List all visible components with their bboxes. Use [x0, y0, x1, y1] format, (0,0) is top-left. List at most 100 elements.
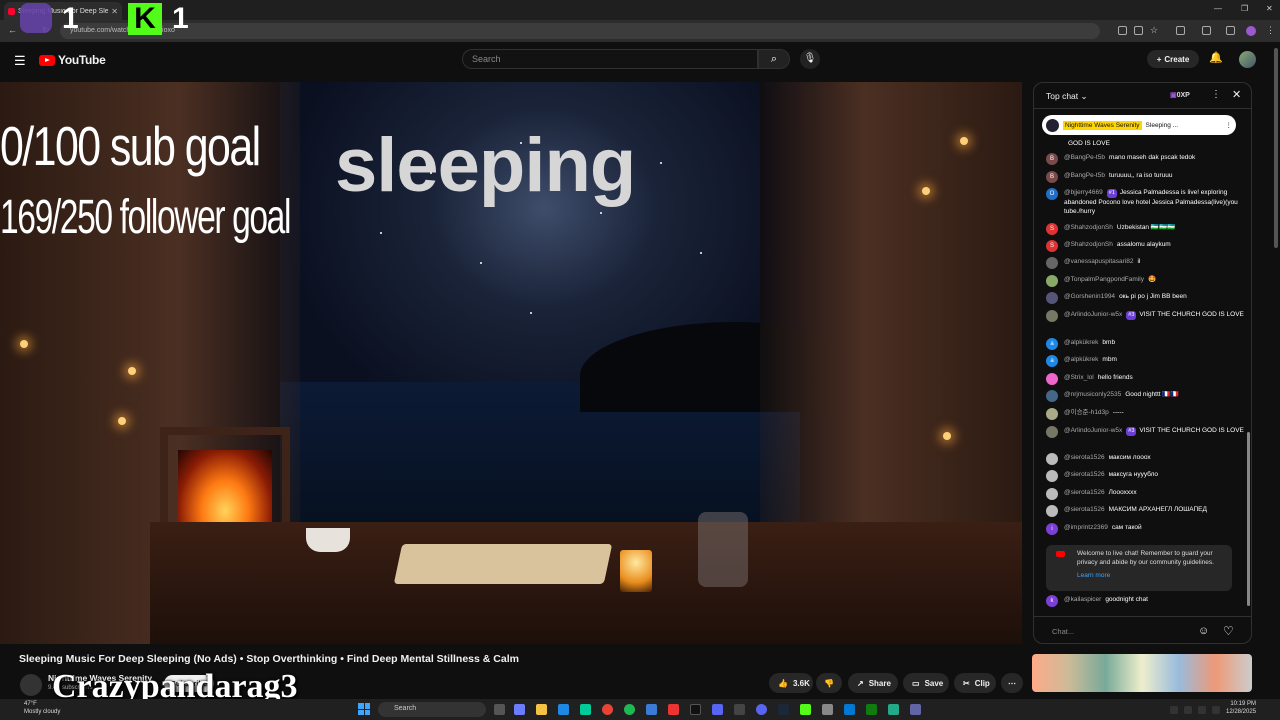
chat-message[interactable]: B @BangPe-t5b mano maseh dak pscak tedok [1034, 153, 1246, 165]
chat-username[interactable]: @이승준-h1d3p [1064, 409, 1109, 416]
taskbar-search[interactable]: Search [378, 702, 486, 717]
extensions-puzzle-icon[interactable] [1176, 26, 1185, 35]
chat-username[interactable]: @nrjmusiconly2535 [1064, 391, 1121, 398]
save-button[interactable]: ▭ Save [903, 673, 949, 693]
maximize-icon[interactable]: ❐ [1241, 4, 1248, 13]
emoji-icon[interactable]: ☺ [1198, 625, 1209, 637]
chat-message[interactable]: a @alpkükrek mbm [1034, 355, 1246, 367]
extension-icon[interactable] [1118, 26, 1127, 35]
chat-message[interactable]: @vanessapuspitasari82 il [1034, 257, 1246, 269]
channel-avatar[interactable] [20, 674, 42, 696]
video-player[interactable]: 0/100 sub goal 169/250 follower goal sle… [0, 82, 1022, 644]
chat-avatar[interactable] [1046, 470, 1058, 482]
pinned-menu-icon[interactable]: ⋮ [1226, 121, 1233, 129]
chat-username[interactable]: @ShahzodjonSh [1064, 224, 1113, 231]
chat-avatar[interactable] [1046, 505, 1058, 517]
chrome-icon[interactable] [602, 704, 613, 715]
edge-icon[interactable] [580, 704, 591, 715]
weather-widget[interactable]: 47°F Mostly cloudy [24, 700, 60, 716]
chat-username[interactable]: @vanessapuspitasari82 [1064, 258, 1133, 265]
volume-icon[interactable] [1198, 706, 1206, 714]
page-scrollbar[interactable] [1274, 48, 1278, 248]
top-chat-dropdown[interactable]: Top chat ⌄ [1046, 91, 1088, 102]
search-input[interactable]: Search [462, 49, 758, 69]
chat-username[interactable]: @sierota1526 [1064, 471, 1105, 478]
chat-username[interactable]: @sierota1526 [1064, 489, 1105, 496]
chat-avatar[interactable]: a [1046, 338, 1058, 350]
chat-username[interactable]: @alpkükrek [1064, 339, 1098, 346]
chat-username[interactable]: @kailaspicer [1064, 596, 1101, 603]
chat-message[interactable]: @sierota1526 максуга нууубло [1034, 470, 1246, 482]
chat-message[interactable]: a @alpkükrek bmb [1034, 338, 1246, 350]
chat-avatar[interactable] [1046, 310, 1058, 322]
chat-input[interactable]: Chat... [1042, 624, 1192, 640]
hamburger-menu-icon[interactable]: ☰ [14, 53, 26, 69]
chat-username[interactable]: @BangPe-t5b [1064, 172, 1105, 179]
app-icon[interactable] [712, 704, 723, 715]
xbox-icon[interactable] [866, 704, 877, 715]
app-icon[interactable] [668, 704, 679, 715]
wifi-icon[interactable] [1184, 706, 1192, 714]
tab-close-icon[interactable]: ✕ [111, 7, 118, 16]
window-close-icon[interactable]: ✕ [1266, 4, 1273, 13]
battery-icon[interactable] [1212, 706, 1220, 714]
like-button[interactable]: 👍 3.6K [769, 673, 813, 693]
chat-message[interactable]: S @ShahzodjonSh Uzbekistan 🇺🇿🇺🇿🇺🇿 [1034, 223, 1246, 235]
chat-username[interactable]: @sierota1526 [1064, 454, 1105, 461]
chat-message[interactable]: i @imprintz2369 сам такой [1034, 523, 1246, 535]
xp-badge[interactable]: ▣0XP [1170, 91, 1190, 99]
share-button[interactable]: ↗ Share [848, 673, 898, 693]
chat-username[interactable]: @TonpalmPangpondFamily [1064, 276, 1144, 283]
chat-username[interactable]: @imprintz2369 [1064, 524, 1108, 531]
chat-username[interactable]: @alpkükrek [1064, 356, 1098, 363]
chat-username[interactable]: @bjjerry4669 [1064, 189, 1103, 196]
mail-icon[interactable] [558, 704, 569, 715]
chat-message[interactable]: @sierota1526 Лооохххх [1034, 488, 1246, 500]
app-icon[interactable] [822, 704, 833, 715]
chat-avatar[interactable] [1046, 488, 1058, 500]
chat-username[interactable]: @Gorshenin1994 [1064, 293, 1115, 300]
app-icon[interactable] [734, 704, 745, 715]
chat-avatar[interactable] [1046, 408, 1058, 420]
chat-message[interactable]: @nrjmusiconly2535 Good nighttt 🇫🇷🇫🇷 [1034, 390, 1246, 402]
chat-avatar[interactable] [1046, 275, 1058, 287]
chat-avatar[interactable] [1046, 426, 1058, 438]
taskbar-clock[interactable]: 10:19 PM 12/28/2025 [1226, 700, 1256, 716]
chat-username[interactable]: @ShahzodjonSh [1064, 241, 1113, 248]
chat-close-icon[interactable]: ✕ [1232, 88, 1241, 101]
chat-message[interactable]: B @BangPe-t5b turuuuu,, ra iso turuuu [1034, 171, 1246, 183]
clip-button[interactable]: ✂ Clip [954, 673, 996, 693]
browser-menu-icon[interactable]: ⋮ [1266, 25, 1275, 36]
chat-avatar[interactable]: a [1046, 355, 1058, 367]
chat-username[interactable]: @ArlindoJunior-w5x [1064, 311, 1122, 318]
chat-message[interactable]: GOD IS LOVE [1034, 139, 1246, 151]
chat-message[interactable]: k @kailaspicer goodnight chat [1034, 595, 1246, 607]
app-icon[interactable] [844, 704, 855, 715]
address-bar[interactable]: youtube.com/watch?v=...UCI-ioxo [60, 23, 1100, 39]
task-view-icon[interactable] [494, 704, 505, 715]
chat-avatar[interactable]: S [1046, 223, 1058, 235]
pinned-message[interactable]: Nighttime Waves Serenity Sleeping ... ⋮ [1042, 115, 1236, 135]
youtube-logo[interactable]: YouTube [39, 53, 106, 67]
chat-message[interactable]: @sierota1526 максим лооох [1034, 453, 1246, 465]
chat-avatar[interactable]: k [1046, 595, 1058, 607]
spotify-icon[interactable] [624, 704, 635, 715]
more-actions-button[interactable]: ⋯ [1001, 673, 1023, 693]
heart-icon[interactable]: ♡ [1223, 624, 1234, 638]
split-view-icon[interactable] [1202, 26, 1211, 35]
download-icon[interactable] [1226, 26, 1235, 35]
tiktok-icon[interactable] [690, 704, 701, 715]
chat-avatar[interactable] [1046, 390, 1058, 402]
chat-message[interactable]: @Gorshenin1994 окь pi po j Jim BB been [1034, 292, 1246, 304]
chat-avatar[interactable]: S [1046, 240, 1058, 252]
teams-icon[interactable] [910, 704, 921, 715]
chat-avatar[interactable]: B [1046, 153, 1058, 165]
chat-avatar[interactable] [1046, 292, 1058, 304]
chat-menu-icon[interactable]: ⋮ [1211, 89, 1221, 100]
chat-message[interactable]: @ArlindoJunior-w5x #3 VISIT THE CHURCH GOD… [1034, 310, 1246, 322]
chat-avatar[interactable]: i [1046, 523, 1058, 535]
create-button[interactable]: + Create [1147, 50, 1199, 68]
chat-avatar[interactable]: B [1046, 171, 1058, 183]
bookmark-star-icon[interactable]: ☆ [1150, 25, 1158, 36]
minimize-icon[interactable]: — [1214, 4, 1222, 13]
